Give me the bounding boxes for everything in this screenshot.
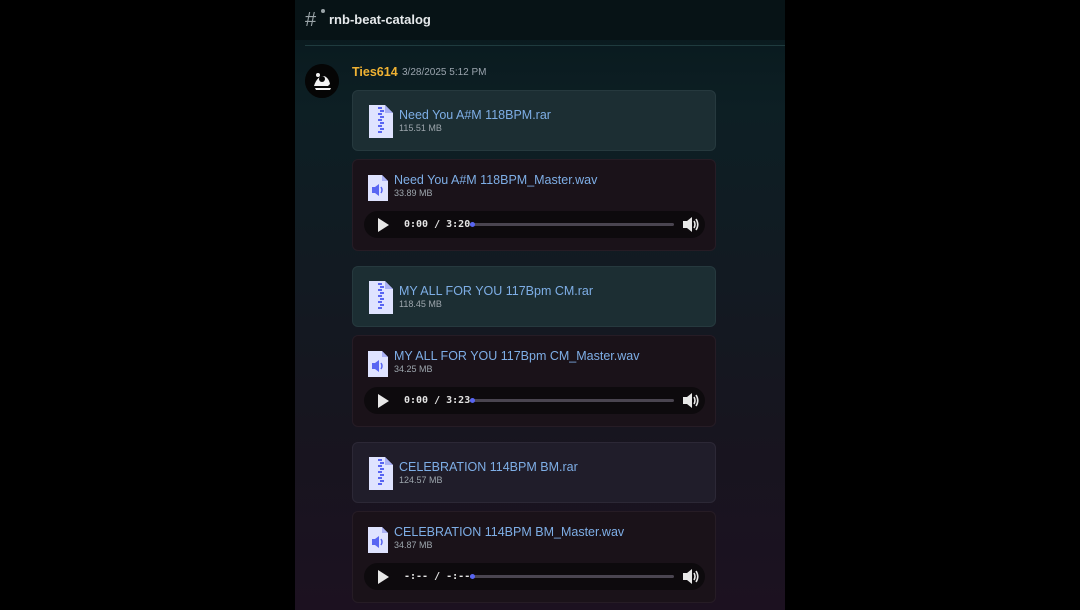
header-divider xyxy=(305,45,785,46)
file-size: 118.45 MB xyxy=(399,299,442,309)
audio-attachment: MY ALL FOR YOU 117Bpm CM_Master.wav 34.2… xyxy=(352,335,716,427)
file-size: 33.89 MB xyxy=(394,188,433,198)
channel-name: rnb-beat-catalog xyxy=(329,12,431,27)
volume-icon[interactable] xyxy=(682,216,700,238)
file-name-link[interactable]: CELEBRATION 114BPM BM.rar xyxy=(399,460,578,474)
zip-file-icon xyxy=(367,104,394,144)
file-size: 34.87 MB xyxy=(394,540,433,550)
file-attachment: CELEBRATION 114BPM BM.rar 124.57 MB xyxy=(352,442,716,503)
file-size: 124.57 MB xyxy=(399,475,443,485)
file-name-link[interactable]: CELEBRATION 114BPM BM_Master.wav xyxy=(394,525,624,539)
play-icon[interactable] xyxy=(376,218,390,237)
file-attachment: Need You A#M 118BPM.rar 115.51 MB xyxy=(352,90,716,151)
file-name-link[interactable]: MY ALL FOR YOU 117Bpm CM.rar xyxy=(399,284,593,298)
message-timestamp: 3/28/2025 5:12 PM xyxy=(402,67,487,78)
seek-bar[interactable] xyxy=(470,222,674,227)
file-name-link[interactable]: Need You A#M 118BPM.rar xyxy=(399,108,551,122)
message-author[interactable]: Ties614 xyxy=(352,65,398,79)
file-size: 115.51 MB xyxy=(399,123,442,133)
zip-file-icon xyxy=(367,280,394,320)
chat-panel: # rnb-beat-catalog Ties614 3/28/2025 5:1… xyxy=(295,0,785,610)
audio-player: -:-- / -:-- xyxy=(364,563,705,590)
seek-bar[interactable] xyxy=(470,398,674,403)
file-name-link[interactable]: Need You A#M 118BPM_Master.wav xyxy=(394,173,597,187)
audio-attachment: CELEBRATION 114BPM BM_Master.wav 34.87 M… xyxy=(352,511,716,603)
file-size: 34.25 MB xyxy=(394,364,433,374)
avatar[interactable] xyxy=(305,64,339,98)
playback-time: -:-- / -:-- xyxy=(404,571,471,582)
play-icon[interactable] xyxy=(376,570,390,589)
audio-attachment: Need You A#M 118BPM_Master.wav 33.89 MB … xyxy=(352,159,716,251)
channel-indicator-dot xyxy=(321,9,325,13)
audio-file-icon xyxy=(367,350,389,383)
volume-icon[interactable] xyxy=(682,568,700,590)
file-name-link[interactable]: MY ALL FOR YOU 117Bpm CM_Master.wav xyxy=(394,349,639,363)
zip-file-icon xyxy=(367,456,394,496)
play-icon[interactable] xyxy=(376,394,390,413)
audio-player: 0:00 / 3:23 xyxy=(364,387,705,414)
volume-icon[interactable] xyxy=(682,392,700,414)
audio-file-icon xyxy=(367,174,389,207)
hash-icon: # xyxy=(305,9,317,31)
file-attachment: MY ALL FOR YOU 117Bpm CM.rar 118.45 MB xyxy=(352,266,716,327)
playback-time: 0:00 / 3:23 xyxy=(404,395,471,406)
playback-time: 0:00 / 3:20 xyxy=(404,219,471,230)
channel-header: # rnb-beat-catalog xyxy=(295,0,785,40)
audio-file-icon xyxy=(367,526,389,559)
seek-bar[interactable] xyxy=(470,574,674,579)
audio-player: 0:00 / 3:20 xyxy=(364,211,705,238)
